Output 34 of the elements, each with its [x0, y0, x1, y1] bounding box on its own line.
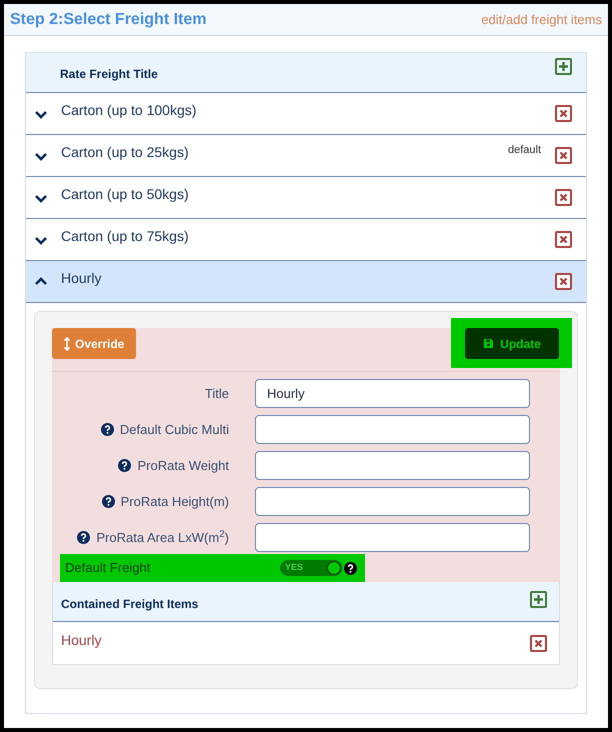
add-icon[interactable] [530, 591, 547, 608]
freight-title: Carton (up to 100kgs) [61, 100, 198, 120]
column-header: Rate Freight Title [60, 66, 158, 83]
freight-row[interactable]: Hourly [26, 261, 586, 303]
freight-title: Carton (up to 25kgs) [61, 142, 190, 162]
delete-icon[interactable] [555, 105, 572, 122]
save-icon [483, 338, 494, 349]
add-icon[interactable] [555, 58, 572, 75]
default-freight-label: Default Freight [65, 559, 152, 578]
delete-icon[interactable] [555, 189, 572, 206]
section-title: Step 2:Select Freight Item [10, 10, 206, 30]
delete-icon[interactable] [555, 273, 572, 290]
help-icon [344, 562, 357, 574]
freight-title: Hourly [61, 268, 102, 288]
field-label: ProRata Weight [137, 456, 229, 475]
update-button[interactable]: Update [465, 328, 559, 359]
field-label: Default Cubic Multi [120, 420, 229, 439]
input-field[interactable] [255, 415, 530, 444]
contained-header: Contained Freight Items [61, 596, 198, 613]
vertical-arrows-icon [64, 336, 70, 350]
input-field[interactable] [255, 451, 530, 480]
input-field[interactable]: Hourly [255, 379, 530, 408]
field-label: ProRata Area LxW(m$^{2}$) [96, 528, 229, 547]
field-label: Title [204, 384, 229, 403]
freight-title: Carton (up to 50kgs) [61, 184, 190, 204]
contained-item: Hourly [61, 630, 102, 650]
delete-icon[interactable] [555, 231, 572, 248]
freight-title: Carton (up to 75kgs) [61, 226, 190, 246]
input-field[interactable] [255, 523, 530, 552]
field-label: ProRata Height(m) [120, 492, 229, 511]
input-field[interactable] [255, 487, 530, 516]
delete-icon[interactable] [530, 634, 547, 652]
default-label: default [508, 143, 541, 158]
delete-icon[interactable] [555, 147, 572, 164]
